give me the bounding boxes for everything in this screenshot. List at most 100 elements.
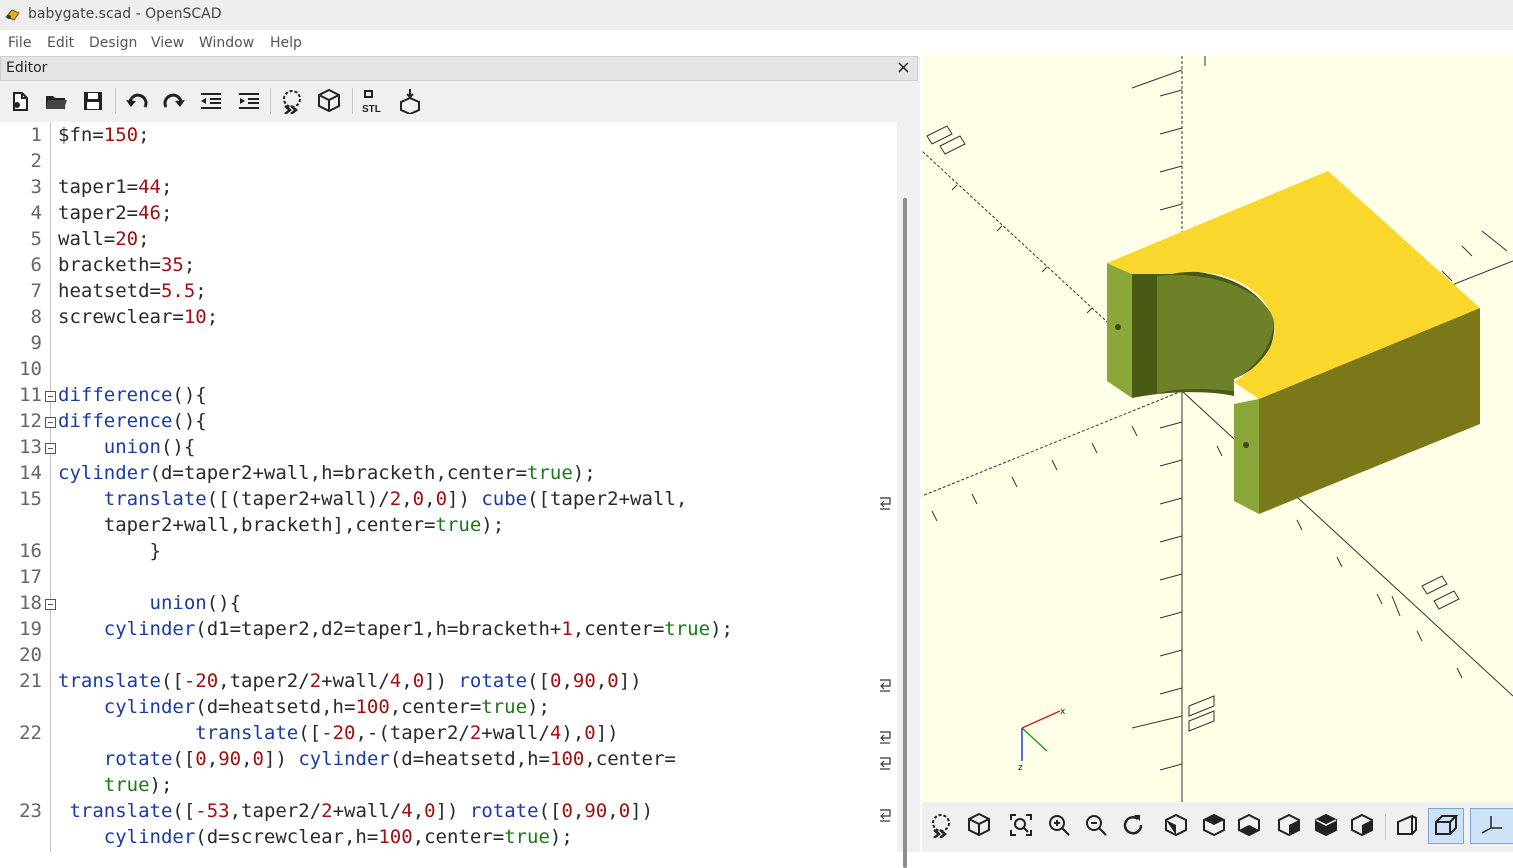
line-number: 12 (19, 410, 42, 432)
line-number: 3 (30, 176, 42, 198)
render-icon[interactable] (966, 812, 992, 838)
view-bottom-icon[interactable] (1236, 812, 1262, 838)
title-bar: babygate.scad - OpenSCAD (0, 0, 1513, 30)
code-line[interactable]: cylinder(d=screwclear,h=100,center=true)… (58, 826, 573, 848)
render-icon[interactable] (316, 88, 342, 114)
code-line[interactable]: true); (58, 774, 173, 796)
fold-toggle-icon[interactable] (45, 391, 56, 402)
line-number: 14 (19, 462, 42, 484)
code-line[interactable]: translate([-53,taper2/2+wall/4,0]) rotat… (58, 800, 653, 822)
editor-panel: Editor × STL 1 2 3 4 5 6 7 8 9 10 11 12 … (0, 56, 920, 868)
menu-bar: File Edit Design View Window Help (0, 30, 920, 56)
line-number: 16 (19, 540, 42, 562)
view-front-icon[interactable] (1313, 812, 1339, 838)
code-line[interactable]: } (58, 540, 161, 562)
fold-toggle-icon[interactable] (45, 443, 56, 454)
reset-view-icon[interactable] (1120, 812, 1146, 838)
code-line[interactable]: translate([-20,taper2/2+wall/4,0]) rotat… (58, 670, 642, 692)
code-line[interactable]: union(){ (58, 436, 196, 458)
view-right-icon[interactable] (1163, 812, 1189, 838)
undo-icon[interactable] (124, 88, 150, 114)
line-number: 7 (30, 280, 42, 302)
code-line[interactable]: wall=20; (58, 228, 150, 250)
line-number: 1 (30, 124, 42, 146)
menu-design[interactable]: Design (89, 35, 137, 51)
perspective-icon[interactable] (1394, 812, 1420, 838)
open-file-icon[interactable] (43, 88, 69, 114)
code-line[interactable]: rotate([0,90,0]) cylinder(d=heatsetd,h=1… (58, 748, 676, 770)
code-line[interactable]: bracketh=35; (58, 254, 195, 276)
indent-icon[interactable] (236, 88, 262, 114)
line-wrap-icon (880, 809, 891, 822)
window-title: babygate.scad - OpenSCAD (28, 6, 222, 22)
code-line[interactable]: difference(){ (58, 410, 207, 432)
line-number: 15 (19, 488, 42, 510)
menu-edit[interactable]: Edit (47, 35, 74, 51)
code-line[interactable]: union(){ (58, 592, 242, 614)
code-line[interactable]: cylinder(d1=taper2,d2=taper1,h=bracketh+… (58, 618, 733, 640)
unindent-icon[interactable] (198, 88, 224, 114)
menu-help[interactable]: Help (270, 35, 302, 51)
line-number: 6 (30, 254, 42, 276)
line-number: 13 (19, 436, 42, 458)
line-number: 22 (19, 722, 42, 744)
editor-toolbar: STL (0, 82, 920, 120)
editor-scrollbar[interactable] (897, 122, 920, 868)
scrollbar-thumb[interactable] (903, 198, 907, 868)
zoom-out-icon[interactable] (1083, 812, 1109, 838)
close-editor-button[interactable]: × (896, 57, 911, 78)
line-wrap-icon (880, 497, 891, 510)
3d-viewport[interactable]: x z (922, 56, 1513, 802)
code-line[interactable]: difference(){ (58, 384, 207, 406)
code-line[interactable]: $fn=150; (58, 124, 150, 146)
editor-title: Editor (6, 60, 48, 76)
code-line[interactable]: cylinder(d=taper2+wall,h=bracketh,center… (58, 462, 596, 484)
new-file-icon[interactable] (7, 88, 33, 114)
line-wrap-icon (880, 757, 891, 770)
code-line[interactable]: translate([-20,-(taper2/2+wall/4),0]) (58, 722, 618, 744)
send-to-print-icon[interactable] (397, 88, 423, 114)
line-wrap-icon (880, 731, 891, 744)
line-number: 4 (30, 202, 42, 224)
show-axes-icon[interactable] (1478, 812, 1504, 838)
editor-header: Editor × (0, 56, 918, 81)
view-back-icon[interactable] (1349, 812, 1375, 838)
toolbar-separator (352, 88, 353, 114)
menu-file[interactable]: File (8, 35, 31, 51)
code-line[interactable]: cylinder(d=heatsetd,h=100,center=true); (58, 696, 550, 718)
view-all-icon[interactable] (1008, 812, 1034, 838)
view-toolbar (922, 802, 1513, 852)
view-left-icon[interactable] (1276, 812, 1302, 838)
code-line[interactable]: screwclear=10; (58, 306, 218, 328)
view-top-icon[interactable] (1201, 812, 1227, 838)
menu-view[interactable]: View (151, 35, 184, 51)
model-render: x z (922, 56, 1513, 802)
code-editor[interactable]: 1 2 3 4 5 6 7 8 9 10 11 12 13 14 15 16 17 18 19 20 21 22 23 $f… (0, 122, 897, 852)
line-number: 9 (30, 332, 42, 354)
orthogonal-icon[interactable] (1432, 812, 1458, 838)
save-icon[interactable] (80, 88, 106, 114)
code-line[interactable]: taper1=44; (58, 176, 172, 198)
line-number: 10 (19, 358, 42, 380)
export-stl-icon[interactable]: STL (361, 88, 387, 114)
code-line[interactable]: translate([(taper2+wall)/2,0,0]) cube([t… (58, 488, 688, 510)
preview-icon[interactable] (928, 812, 954, 838)
preview-icon[interactable] (279, 88, 305, 114)
menu-window[interactable]: Window (199, 35, 254, 51)
line-number: 11 (19, 384, 42, 406)
fold-toggle-icon[interactable] (45, 417, 56, 428)
redo-icon[interactable] (161, 88, 187, 114)
toolbar-separator (270, 88, 271, 114)
gizmo-z-label: z (1018, 763, 1023, 773)
code-line[interactable]: heatsetd=5.5; (58, 280, 207, 302)
fold-toggle-icon[interactable] (45, 599, 56, 610)
code-line[interactable]: taper2=46; (58, 202, 172, 224)
line-number: 20 (19, 644, 42, 666)
code-line[interactable]: taper2+wall,bracketh],center=true); (58, 514, 504, 536)
line-number: 5 (30, 228, 42, 250)
zoom-in-icon[interactable] (1046, 812, 1072, 838)
line-number: 21 (19, 670, 42, 692)
line-number: 23 (19, 800, 42, 822)
toolbar-separator (115, 88, 116, 114)
svg-text:STL: STL (362, 104, 381, 114)
